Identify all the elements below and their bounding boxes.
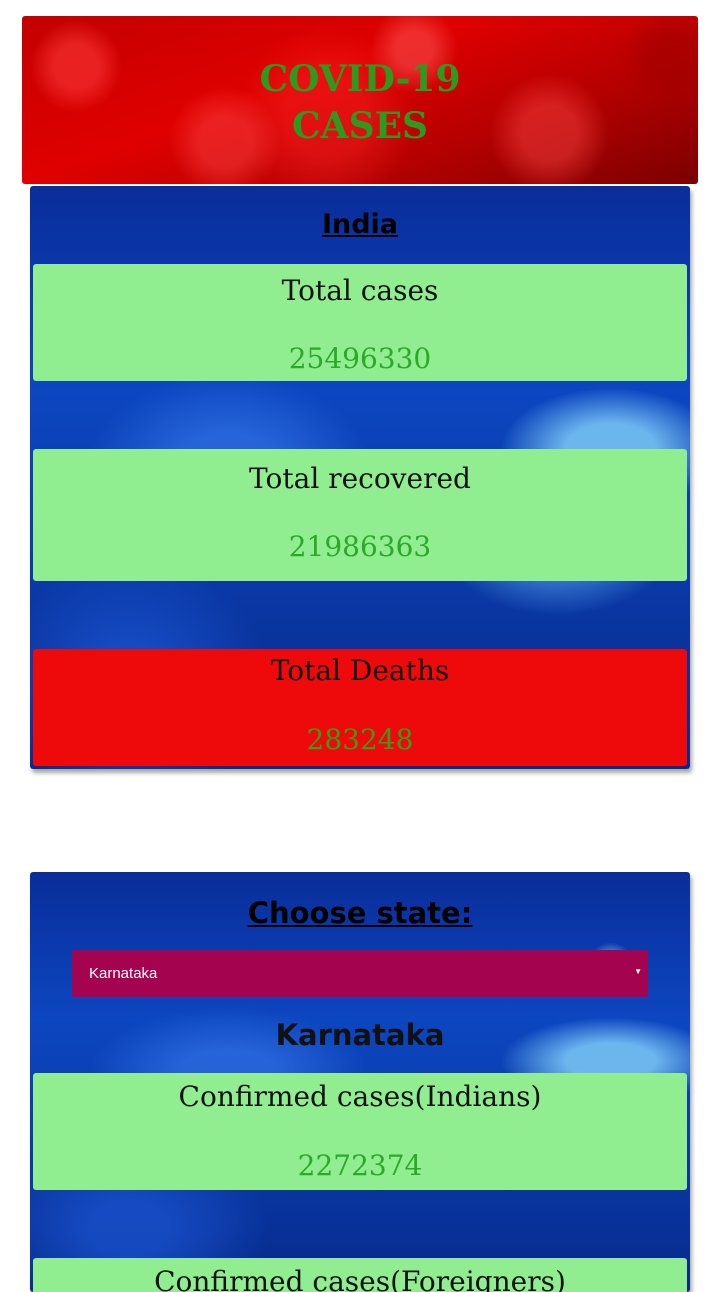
header-banner: COVID-19 CASES bbox=[22, 16, 698, 184]
confirmed-indians-label: Confirmed cases(Indians) bbox=[178, 1080, 542, 1113]
chevron-down-icon: ▼ bbox=[634, 967, 642, 976]
confirmed-foreigners-label: Confirmed cases(Foreigners) bbox=[154, 1265, 566, 1292]
india-panel: India Total cases 25496330 Total recover… bbox=[30, 186, 690, 769]
total-deaths-card: Total Deaths 283248 bbox=[33, 649, 687, 766]
state-select[interactable]: Karnataka ▼ bbox=[72, 950, 648, 997]
total-recovered-card: Total recovered 21986363 bbox=[33, 449, 687, 581]
state-panel: Choose state: Karnataka ▼ Karnataka Conf… bbox=[30, 872, 690, 1292]
page-title: COVID-19 CASES bbox=[22, 56, 698, 150]
choose-state-heading: Choose state: bbox=[247, 896, 473, 930]
total-cases-card: Total cases 25496330 bbox=[33, 264, 687, 381]
total-deaths-label: Total Deaths bbox=[270, 654, 450, 687]
title-line-2: CASES bbox=[291, 105, 429, 147]
total-recovered-value: 21986363 bbox=[288, 530, 432, 563]
state-select-value: Karnataka bbox=[89, 965, 158, 982]
total-deaths-value: 283248 bbox=[306, 723, 414, 756]
total-cases-value: 25496330 bbox=[288, 342, 432, 375]
confirmed-indians-value: 2272374 bbox=[297, 1149, 423, 1182]
confirmed-foreigners-card: Confirmed cases(Foreigners) bbox=[33, 1258, 687, 1292]
title-line-1: COVID-19 bbox=[259, 58, 461, 100]
total-recovered-label: Total recovered bbox=[249, 462, 471, 495]
confirmed-indians-card: Confirmed cases(Indians) 2272374 bbox=[33, 1073, 687, 1190]
total-cases-label: Total cases bbox=[281, 274, 439, 307]
india-heading: India bbox=[321, 209, 399, 240]
state-name-heading: Karnataka bbox=[275, 1018, 445, 1052]
